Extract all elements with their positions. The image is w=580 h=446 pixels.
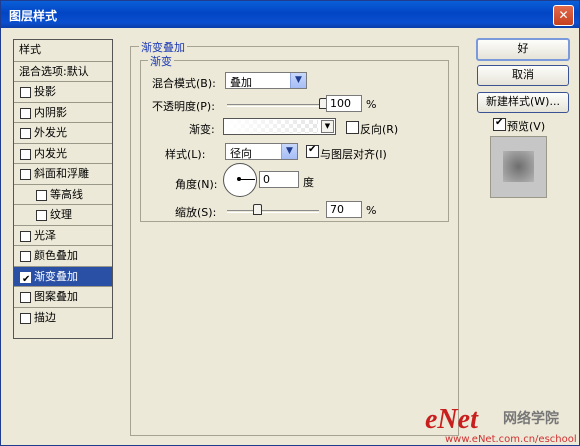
close-icon: ✕ (558, 8, 569, 22)
sidebar-checkbox[interactable] (20, 87, 31, 98)
reverse-label: 反向(R) (360, 123, 399, 136)
sidebar-item[interactable]: 图案叠加 (14, 286, 112, 306)
scale-label: 缩放(S): (175, 206, 217, 219)
sidebar-item-label: 斜面和浮雕 (34, 167, 89, 180)
align-with-layer-label: 与图层对齐(I) (320, 148, 387, 161)
window-title: 图层样式 (9, 9, 58, 23)
gradient-style-value: 径向 (230, 147, 252, 160)
gradient-picker[interactable]: ▼ (223, 118, 336, 135)
scale-slider-thumb[interactable] (253, 204, 263, 215)
sidebar-item-label: 等高线 (50, 187, 83, 201)
watermark-url: www.eNet.com.cn/eschool (445, 434, 577, 445)
opacity-field[interactable]: 100 (326, 95, 362, 112)
opacity-label: 不透明度(P): (152, 100, 215, 113)
preview-thumbnail (490, 136, 547, 198)
sidebar-item-label: 颜色叠加 (34, 249, 78, 262)
angle-center-dot (237, 177, 241, 181)
sidebar-checkbox[interactable] (36, 189, 47, 201)
angle-unit: 度 (303, 176, 314, 189)
gradient-style-select[interactable]: 径向 ▼ (225, 143, 298, 160)
scale-slider-track[interactable] (227, 210, 319, 213)
sidebar-checkbox[interactable]: ✔ (20, 271, 31, 285)
check-icon: ✔ (308, 144, 317, 155)
layer-style-dialog: 图层样式 ✕ 样式混合选项:默认投影内阴影外发光内发光斜面和浮雕等高线纹理光泽颜… (0, 0, 580, 446)
sidebar-item-label: 内发光 (34, 146, 67, 160)
sidebar-checkbox[interactable] (20, 312, 31, 324)
watermark: eNet 网络学院 www.eNet.com.cn/eschool (419, 401, 579, 445)
sidebar-item-label: 渐变叠加 (34, 269, 78, 283)
sidebar-item-label: 投影 (34, 85, 56, 98)
gradient-label: 渐变: (189, 123, 215, 136)
cancel-button[interactable]: 取消 (477, 65, 569, 86)
angle-indicator (239, 179, 255, 180)
gradient-preview-swatch[interactable] (225, 120, 318, 133)
chevron-down-icon[interactable]: ▼ (321, 120, 334, 133)
sidebar-item-label: 样式 (19, 43, 41, 56)
sidebar-item[interactable]: 等高线 (14, 183, 112, 204)
ok-button[interactable]: 好 (476, 38, 570, 61)
angle-field[interactable]: 0 (259, 171, 299, 188)
chevron-down-icon[interactable]: ▼ (290, 73, 306, 88)
scale-unit: % (366, 204, 377, 217)
sidebar-item[interactable]: 投影 (14, 81, 112, 101)
align-with-layer-checkbox[interactable]: ✔ (306, 144, 319, 158)
sidebar-checkbox[interactable] (20, 148, 31, 160)
sidebar-item-label: 混合选项:默认 (19, 64, 89, 78)
sidebar-item-label: 外发光 (34, 126, 67, 139)
close-button[interactable]: ✕ (553, 5, 574, 26)
angle-label: 角度(N): (175, 178, 218, 191)
sidebar-item[interactable]: 纹理 (14, 204, 112, 224)
opacity-unit: % (366, 98, 377, 111)
watermark-cn: 网络学院 (503, 410, 559, 427)
sidebar-checkbox[interactable] (20, 169, 31, 180)
sidebar-item[interactable]: 外发光 (14, 122, 112, 142)
sidebar-item[interactable]: 样式 (14, 40, 112, 60)
preview-checkbox[interactable]: ✔ (493, 117, 506, 131)
watermark-brand: eNet (425, 404, 479, 435)
blend-mode-value: 叠加 (230, 76, 252, 89)
sidebar-item-label: 内阴影 (34, 105, 67, 119)
sidebar-checkbox[interactable] (36, 210, 47, 221)
check-icon: ✔ (495, 117, 504, 128)
blend-mode-select[interactable]: 叠加 ▼ (225, 72, 307, 89)
scale-field[interactable]: 70 (326, 201, 362, 218)
sidebar-checkbox[interactable] (20, 251, 31, 262)
chevron-down-icon[interactable]: ▼ (281, 144, 297, 159)
sidebar-item[interactable]: ✔ 渐变叠加 (14, 265, 112, 286)
sidebar-item[interactable]: 描边 (14, 306, 112, 327)
sidebar-checkbox[interactable] (20, 128, 31, 139)
subgroup-title: 渐变 (148, 53, 174, 69)
sidebar-checkbox[interactable] (20, 292, 31, 303)
sidebar-checkbox[interactable] (20, 107, 31, 119)
sidebar-checkbox[interactable] (20, 230, 31, 242)
opacity-slider-track[interactable] (227, 104, 323, 107)
blend-mode-label: 混合模式(B): (152, 77, 216, 90)
title-bar[interactable]: 图层样式 ✕ (1, 1, 579, 28)
preview-label: 预览(V) (507, 120, 546, 133)
sidebar-item-label: 纹理 (50, 208, 72, 221)
enet-logo: eNet 网络学院 www.eNet.com.cn/eschool (425, 404, 577, 445)
sidebar-item-label: 图案叠加 (34, 290, 78, 303)
sidebar-item[interactable]: 颜色叠加 (14, 245, 112, 265)
sidebar-item[interactable]: 混合选项:默认 (14, 60, 112, 81)
angle-dial[interactable] (223, 163, 257, 197)
style-label: 样式(L): (165, 148, 206, 161)
preview-swatch (503, 151, 534, 182)
new-style-button[interactable]: 新建样式(W)... (477, 92, 569, 113)
sidebar-item[interactable]: 斜面和浮雕 (14, 163, 112, 183)
sidebar-item[interactable]: 内阴影 (14, 101, 112, 122)
sidebar-item[interactable]: 内发光 (14, 142, 112, 163)
style-list: 样式 混合选项:默认 投影 内阴影 外发光 内发光 斜面和浮雕 等高线 纹理 光泽 颜色叠加 ✔ 渐变叠… (13, 39, 113, 339)
sidebar-item-label: 光泽 (34, 228, 56, 242)
sidebar-item[interactable]: 光泽 (14, 224, 112, 245)
sidebar-item-label: 描边 (34, 310, 56, 324)
reverse-checkbox[interactable] (346, 121, 359, 134)
